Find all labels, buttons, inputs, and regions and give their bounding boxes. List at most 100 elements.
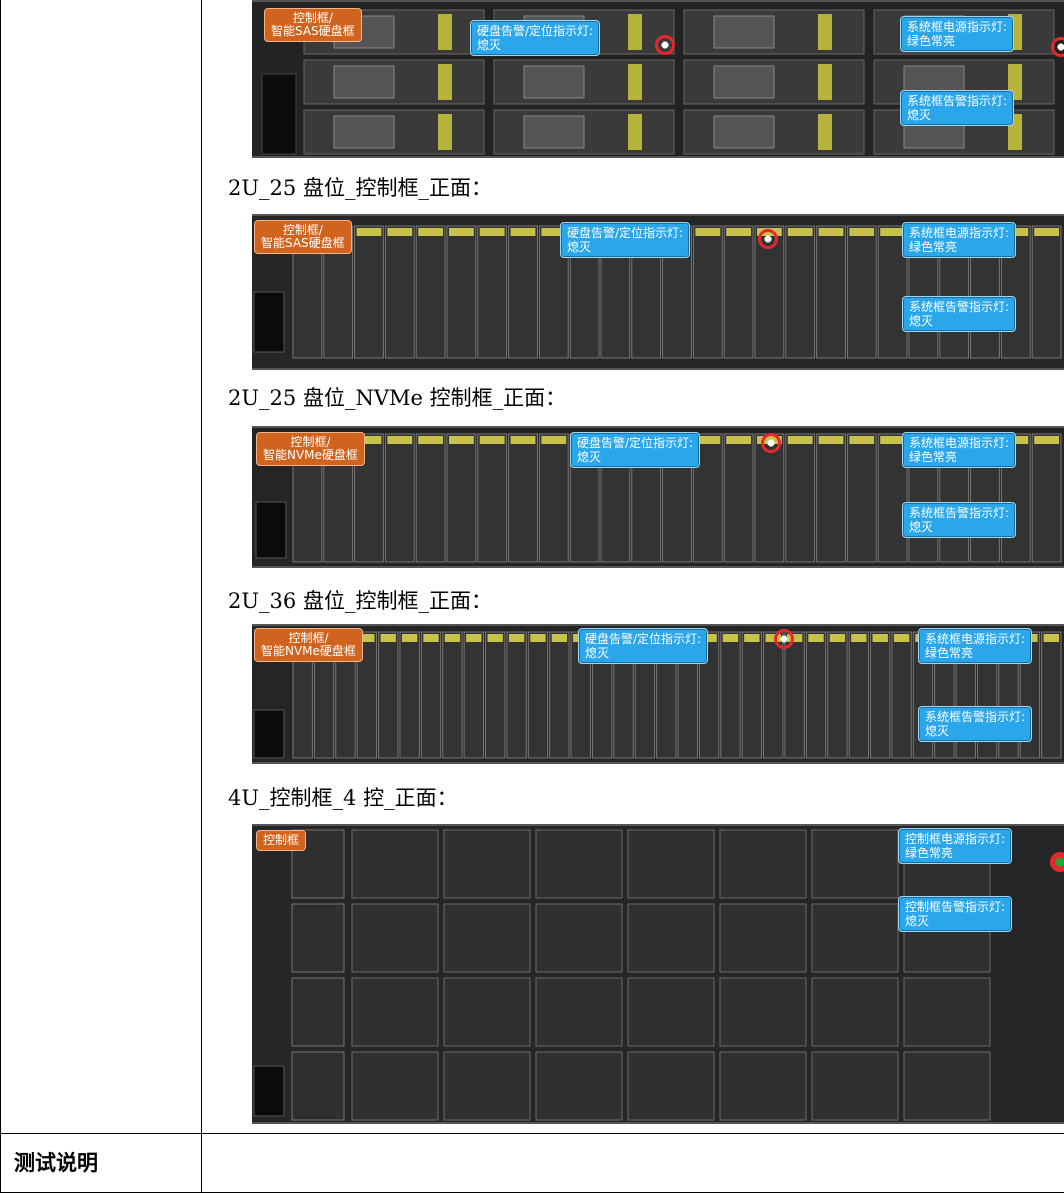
drive-bay — [384, 225, 415, 359]
drive-bay — [785, 225, 816, 359]
drive-tray — [443, 829, 531, 899]
drive-bay — [527, 631, 549, 759]
drive-tray — [351, 903, 439, 973]
drive-led-strip — [387, 436, 413, 444]
disk-indicator-callout: 硬盘告警/定位指示灯: 熄灭 — [470, 20, 601, 56]
drive-led-strip — [387, 228, 413, 236]
drive-handle — [818, 64, 832, 100]
drive-led-strip — [726, 228, 751, 236]
drive-bay — [477, 225, 508, 359]
drive-led-strip — [449, 228, 474, 236]
drive-led-strip — [418, 228, 443, 236]
drive-led-strip — [726, 436, 751, 444]
drive-grille — [713, 15, 775, 49]
drive-led-strip — [872, 634, 888, 642]
drive-led-strip — [444, 634, 461, 642]
drive-bay — [741, 631, 763, 759]
drive-bay — [891, 631, 912, 759]
disk-indicator-callout: 硬盘告警/定位指示灯: 熄灭 — [560, 222, 691, 258]
drive-bay — [1041, 631, 1062, 759]
disk-indicator-marker — [774, 629, 794, 649]
drive-bay — [784, 631, 805, 759]
drive-bay — [870, 631, 891, 759]
drive-led-strip — [423, 634, 439, 642]
drive-handle — [818, 114, 832, 150]
drive-bay — [399, 631, 420, 759]
drive-led-strip — [551, 634, 568, 642]
drive-bay — [463, 631, 485, 759]
drive-bay — [508, 433, 538, 563]
alarm-indicator-callout: 控制框告警指示灯: 熄灭 — [898, 896, 1013, 932]
drive-bay — [384, 433, 415, 563]
drive-tray — [443, 1051, 531, 1121]
drive-led-strip — [851, 634, 867, 642]
controller-slot — [291, 1051, 345, 1121]
power-indicator-marker — [1050, 852, 1064, 872]
controller-slot — [291, 977, 345, 1047]
power-indicator-callout: 系统框电源指示灯: 绿色常亮 — [902, 222, 1017, 258]
drive-led-strip — [787, 228, 813, 236]
drive-grille — [333, 65, 395, 99]
power-indicator-callout: 控制框电源指示灯: 绿色常亮 — [898, 828, 1013, 864]
drive-led-strip — [510, 228, 536, 236]
power-indicator-callout: 系统框电源指示灯: 绿色常亮 — [900, 16, 1015, 52]
drive-led-strip — [356, 228, 382, 236]
drive-handle — [818, 14, 832, 50]
drive-led-strip — [401, 634, 418, 642]
drive-led-strip — [466, 634, 482, 642]
drive-tray — [535, 829, 623, 899]
disk-indicator-marker — [761, 433, 781, 453]
drive-led-strip — [808, 634, 824, 642]
drive-led-strip — [722, 634, 739, 642]
drive-led-strip — [849, 436, 875, 444]
drive-tray — [535, 977, 623, 1047]
drive-tray — [627, 903, 715, 973]
drive-bay — [816, 225, 846, 359]
drive-led-strip — [487, 634, 503, 642]
drive-bay — [1031, 433, 1062, 563]
caption-2u36: 2U_36 盘位_控制框_正面： — [228, 589, 492, 613]
drive-handle — [628, 64, 642, 100]
controller-slot — [291, 903, 345, 973]
drive-tray — [351, 1051, 439, 1121]
drive-bay — [378, 631, 399, 759]
alarm-indicator-callout: 系统框告警指示灯: 熄灭 — [902, 502, 1017, 538]
drive-bay — [446, 433, 477, 563]
controller-tag: 控制框 — [256, 830, 307, 851]
drive-led-strip — [541, 436, 567, 444]
drive-bay — [805, 631, 827, 759]
enclosure-image-4u: 控制框 控制框电源指示灯: 绿色常亮 控制框告警指示灯: 熄灭 — [252, 824, 1064, 1124]
drive-handle — [438, 114, 452, 150]
drive-grille — [713, 115, 775, 149]
enclosure-image-2u25: 控制框/ 智能SAS硬盘框 硬盘告警/定位指示灯: 熄灭 系统框电源指示灯: 绿… — [252, 214, 1064, 370]
drive-bay — [785, 433, 816, 563]
drive-grille — [333, 115, 395, 149]
drive-led-strip — [893, 634, 910, 642]
drive-bay — [420, 631, 442, 759]
drive-handle — [628, 14, 642, 50]
table-left-border — [0, 0, 1, 1193]
drive-handle — [438, 64, 452, 100]
drive-led-strip — [479, 228, 505, 236]
drive-led-strip — [787, 436, 813, 444]
enclosure-image-2u12: 控制框/ 智能SAS硬盘框 硬盘告警/定位指示灯: 熄灭 系统框电源指示灯: 绿… — [252, 0, 1064, 158]
drive-bay — [485, 631, 506, 759]
drive-led-strip — [508, 634, 525, 642]
drive-tray — [627, 1051, 715, 1121]
drive-grille — [523, 65, 585, 99]
controller-tag: 控制框/ 智能SAS硬盘框 — [254, 220, 352, 254]
drive-led-strip — [1034, 228, 1059, 236]
drive-led-strip — [530, 634, 546, 642]
drive-bay — [442, 631, 463, 759]
drive-bay — [354, 225, 384, 359]
controller-tag: 控制框/ 智能SAS硬盘框 — [264, 8, 362, 42]
power-indicator-marker — [1051, 37, 1064, 57]
drive-bay — [720, 631, 741, 759]
drive-bay — [763, 631, 784, 759]
drive-bay — [538, 433, 569, 563]
drive-tray — [443, 903, 531, 973]
drive-led-strip — [510, 436, 536, 444]
drive-tray — [719, 903, 807, 973]
alarm-indicator-callout: 系统框告警指示灯: 熄灭 — [900, 90, 1015, 126]
drive-tray — [719, 829, 807, 899]
